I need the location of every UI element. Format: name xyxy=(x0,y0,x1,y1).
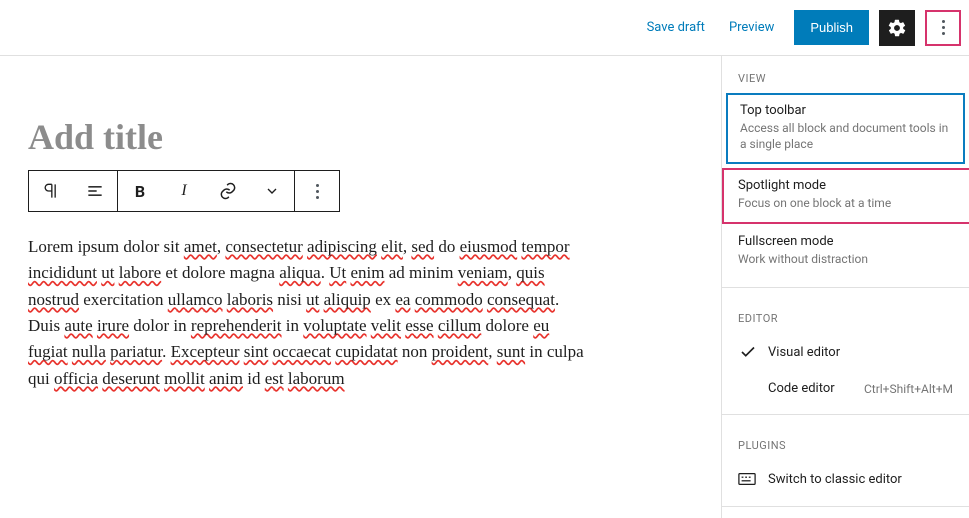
editor-section-label: EDITOR xyxy=(722,296,969,333)
more-options-button[interactable] xyxy=(925,10,961,46)
more-rich-text-button[interactable] xyxy=(250,171,294,211)
divider xyxy=(722,506,969,507)
more-vertical-icon xyxy=(316,184,319,199)
menu-item-label: Visual editor xyxy=(768,345,840,360)
chevron-down-icon xyxy=(264,183,280,199)
menu-item-desc: Access all block and document tools in a… xyxy=(740,121,951,152)
align-button[interactable] xyxy=(73,171,117,211)
post-title-input[interactable]: Add title xyxy=(28,116,693,158)
editor-canvas: Add title B I xyxy=(0,56,721,518)
link-button[interactable] xyxy=(206,171,250,211)
publish-button[interactable]: Publish xyxy=(794,10,869,45)
block-more-button[interactable] xyxy=(295,171,339,211)
top-toolbar: Save draft Preview Publish xyxy=(0,0,969,56)
divider xyxy=(722,287,969,288)
paragraph-block[interactable]: Lorem ipsum dolor sit amet, consectetur … xyxy=(28,234,588,392)
menu-item-visual-editor[interactable]: Visual editor xyxy=(722,333,969,371)
menu-item-title: Top toolbar xyxy=(740,103,951,118)
settings-button[interactable] xyxy=(879,10,915,46)
plugins-section-label: PLUGINS xyxy=(722,423,969,460)
more-vertical-icon xyxy=(942,20,945,35)
view-section-label: VIEW xyxy=(722,56,969,93)
menu-item-spotlight-mode[interactable]: Spotlight mode Focus on one block at a t… xyxy=(722,168,969,224)
menu-item-title: Fullscreen mode xyxy=(738,234,953,249)
gear-icon xyxy=(887,18,907,38)
save-draft-link[interactable]: Save draft xyxy=(637,12,715,43)
block-toolbar: B I xyxy=(28,170,340,212)
align-left-icon xyxy=(85,181,105,201)
menu-item-switch-classic[interactable]: Switch to classic editor xyxy=(722,460,969,498)
options-menu: VIEW Top toolbar Access all block and do… xyxy=(721,56,969,518)
menu-item-fullscreen-mode[interactable]: Fullscreen mode Work without distraction xyxy=(722,224,969,280)
menu-item-top-toolbar[interactable]: Top toolbar Access all block and documen… xyxy=(726,93,965,164)
keyboard-icon xyxy=(738,470,756,488)
menu-item-desc: Work without distraction xyxy=(738,252,953,268)
divider xyxy=(722,414,969,415)
menu-item-code-editor[interactable]: Code editor Ctrl+Shift+Alt+M xyxy=(722,371,969,406)
block-type-button[interactable] xyxy=(29,171,73,211)
menu-item-label: Code editor xyxy=(768,381,835,396)
link-icon xyxy=(218,181,238,201)
menu-item-title: Spotlight mode xyxy=(738,178,955,193)
check-icon xyxy=(738,343,758,361)
keyboard-shortcut: Ctrl+Shift+Alt+M xyxy=(864,382,953,396)
bold-button[interactable]: B xyxy=(118,171,162,211)
italic-button[interactable]: I xyxy=(162,171,206,211)
menu-item-label: Switch to classic editor xyxy=(768,472,902,487)
preview-link[interactable]: Preview xyxy=(719,12,784,43)
paragraph-icon xyxy=(41,181,61,201)
menu-item-desc: Focus on one block at a time xyxy=(738,196,955,212)
